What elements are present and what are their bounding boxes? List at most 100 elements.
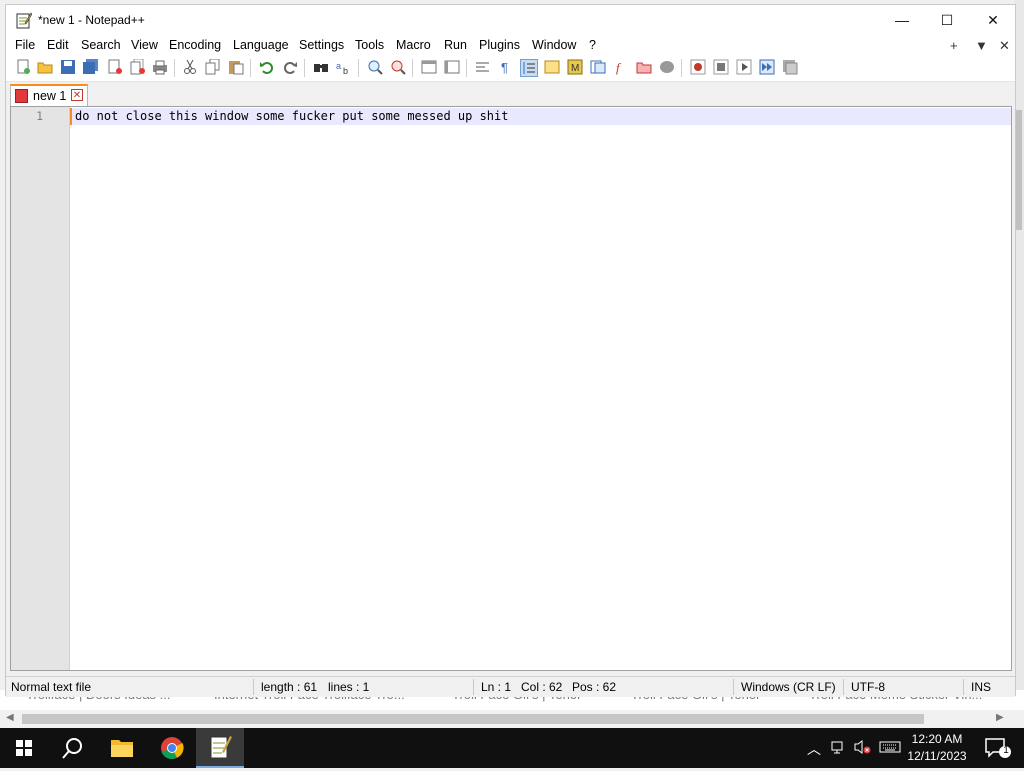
editor-text-line[interactable]: do not close this window some fucker put… (75, 109, 508, 123)
sync-horizontal-icon[interactable] (443, 59, 461, 77)
title-bar[interactable]: *new 1 - Notepad++ — ☐ ✕ (6, 5, 1015, 35)
document-map-icon[interactable]: M (566, 59, 584, 77)
record-macro-icon[interactable] (689, 59, 707, 77)
start-icon[interactable] (0, 728, 48, 768)
status-eol: Windows (CR LF) (741, 680, 836, 694)
menu-file[interactable]: File (15, 38, 35, 52)
open-file-icon[interactable] (36, 59, 54, 77)
close-all-icon[interactable] (129, 58, 147, 77)
toolbar-separator (250, 59, 251, 77)
notepadpp-icon[interactable] (196, 728, 244, 768)
taskbar: ︿ 12:20 AM 12/11/2023 1 (0, 728, 1024, 768)
monitoring-icon[interactable] (658, 59, 676, 77)
show-all-characters-icon[interactable]: ¶ (497, 59, 515, 77)
save-icon[interactable] (59, 59, 77, 77)
document-list-icon[interactable] (589, 59, 607, 77)
chrome-icon[interactable] (148, 728, 196, 768)
paste-icon[interactable] (227, 59, 245, 77)
close-tab-icon[interactable]: ✕ (999, 38, 1010, 54)
menu-settings[interactable]: Settings (299, 38, 344, 52)
volume-muted-icon[interactable] (854, 739, 872, 758)
menu-window[interactable]: Window (532, 38, 576, 52)
clock-time: 12:20 AM (911, 732, 963, 746)
unsaved-file-icon (15, 89, 28, 103)
menu-tools[interactable]: Tools (355, 38, 384, 52)
save-macro-icon[interactable] (781, 59, 799, 77)
menu-search[interactable]: Search (81, 38, 121, 52)
svg-text:a: a (336, 61, 341, 71)
background-horizontal-scrollbar[interactable]: ◀ ▶ (0, 710, 1024, 728)
sync-vertical-icon[interactable] (420, 59, 438, 77)
tab-bar: new 1 ✕ (6, 82, 1015, 106)
caret-line-marker (70, 108, 72, 125)
notepadpp-app-icon (16, 12, 32, 29)
zoom-out-icon[interactable] (389, 59, 407, 77)
print-icon[interactable] (151, 59, 169, 77)
svg-text:f: f (616, 60, 622, 75)
search-icon[interactable] (48, 728, 96, 768)
minimize-button[interactable]: — (879, 5, 925, 35)
svg-text:b: b (343, 66, 348, 75)
menu-edit[interactable]: Edit (47, 38, 69, 52)
scrollbar-thumb[interactable] (22, 714, 924, 724)
maximize-button[interactable]: ☐ (924, 5, 970, 35)
toolbar-separator (304, 59, 305, 77)
status-length: length : 61 (261, 680, 318, 694)
redo-icon[interactable] (281, 59, 299, 77)
menu-macro[interactable]: Macro (396, 38, 431, 52)
status-file-type: Normal text file (11, 680, 92, 694)
function-list-icon[interactable]: f (612, 59, 630, 77)
status-line-number: Ln : 1 (481, 680, 512, 694)
taskbar-clock[interactable]: 12:20 AM 12/11/2023 (902, 731, 972, 765)
status-bar: Normal text file length : 61 lines : 1 L… (6, 676, 1015, 697)
menu-bar: File Edit Search View Encoding Language … (6, 35, 1015, 55)
menu-run[interactable]: Run (444, 38, 467, 52)
toolbar-separator (466, 59, 467, 77)
stop-recording-icon[interactable] (712, 59, 730, 77)
status-encoding: UTF-8 (851, 680, 885, 694)
udl-icon[interactable] (543, 59, 561, 77)
new-file-icon[interactable] (14, 59, 32, 77)
zoom-in-icon[interactable] (366, 59, 384, 77)
scroll-right-icon[interactable]: ▶ (996, 712, 1004, 723)
status-separator (733, 679, 734, 695)
playback-macro-icon[interactable] (735, 59, 753, 77)
network-icon[interactable] (831, 739, 847, 758)
show-hidden-icons-icon[interactable]: ︿ (807, 739, 821, 759)
menu-view[interactable]: View (131, 38, 158, 52)
tab-close-icon[interactable]: ✕ (71, 89, 83, 101)
status-separator (963, 679, 964, 695)
file-explorer-icon[interactable] (98, 728, 146, 768)
find-icon[interactable] (312, 59, 330, 77)
undo-icon[interactable] (258, 59, 276, 77)
tab-new-1[interactable]: new 1 ✕ (10, 84, 88, 106)
editor-area[interactable]: 1 do not close this window some fucker p… (10, 106, 1012, 671)
status-separator (473, 679, 474, 695)
run-macro-multiple-icon[interactable] (758, 59, 776, 77)
svg-text:¶: ¶ (501, 60, 508, 75)
cut-icon[interactable] (181, 59, 199, 77)
menu-help[interactable]: ? (589, 38, 596, 52)
tab-label: new 1 (33, 89, 67, 103)
line-number: 1 (36, 109, 43, 123)
tab-list-icon[interactable]: ▼ (975, 38, 988, 53)
menu-encoding[interactable]: Encoding (169, 38, 221, 52)
copy-icon[interactable] (204, 58, 222, 77)
menu-language[interactable]: Language (233, 38, 289, 52)
word-wrap-icon[interactable] (474, 59, 492, 77)
save-all-icon[interactable] (82, 59, 100, 77)
status-column: Col : 62 (521, 680, 563, 694)
toolbar-separator (681, 59, 682, 77)
toolbar-separator (412, 59, 413, 77)
scroll-left-icon[interactable]: ◀ (6, 712, 14, 723)
close-button[interactable]: ✕ (970, 5, 1016, 35)
indent-guide-icon[interactable] (520, 59, 538, 77)
replace-icon[interactable]: ab (335, 59, 353, 77)
folder-as-workspace-icon[interactable] (635, 59, 653, 77)
close-icon[interactable] (106, 59, 124, 77)
new-tab-icon[interactable]: + (950, 38, 958, 53)
menu-plugins[interactable]: Plugins (479, 38, 520, 52)
line-number-gutter: 1 (11, 107, 70, 670)
keyboard-icon[interactable] (879, 739, 901, 758)
background-scrollbar-thumb[interactable] (1016, 110, 1022, 230)
